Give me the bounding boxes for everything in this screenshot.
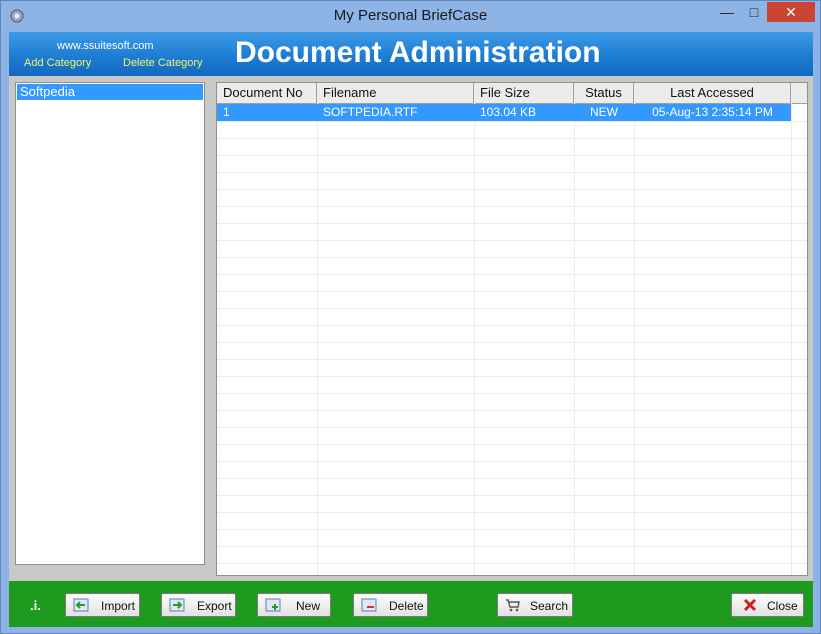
website-link[interactable]: www.ssuitesoft.com bbox=[57, 40, 154, 52]
grid-row-line bbox=[217, 240, 807, 241]
info-button[interactable]: .i. bbox=[30, 598, 41, 613]
header-banner: www.ssuitesoft.com Add Category Delete C… bbox=[9, 32, 813, 76]
document-table[interactable]: Document No Filename File Size Status La… bbox=[216, 82, 808, 576]
delete-category-link[interactable]: Delete Category bbox=[123, 57, 203, 69]
grid-row-line bbox=[217, 478, 807, 479]
search-button[interactable]: Search bbox=[497, 593, 573, 617]
grid-row-line bbox=[217, 495, 807, 496]
grid-row-line bbox=[217, 121, 807, 122]
grid-row-line bbox=[217, 172, 807, 173]
cell-file-size: 103.04 KB bbox=[480, 105, 537, 119]
grid-row-line bbox=[217, 189, 807, 190]
export-button[interactable]: Export bbox=[161, 593, 236, 617]
grid-column-line bbox=[474, 103, 475, 575]
grid-row-line bbox=[217, 444, 807, 445]
cell-last-accessed: 05-Aug-13 2:35:14 PM bbox=[652, 105, 773, 119]
close-window-button[interactable]: ✕ bbox=[767, 2, 815, 22]
grid-row-line bbox=[217, 529, 807, 530]
grid-row-line bbox=[217, 274, 807, 275]
grid-row-line bbox=[217, 138, 807, 139]
cell-document-no: 1 bbox=[223, 105, 230, 119]
close-label: Close bbox=[767, 599, 798, 613]
title-bar[interactable]: My Personal BriefCase — □ ✕ bbox=[1, 1, 820, 31]
close-button[interactable]: Close bbox=[731, 593, 804, 617]
window-title: My Personal BriefCase bbox=[333, 7, 488, 24]
page-title: Document Administration bbox=[235, 36, 601, 69]
grid-column-line bbox=[317, 103, 318, 575]
delete-button[interactable]: Delete bbox=[353, 593, 428, 617]
search-label: Search bbox=[530, 599, 569, 613]
main-content: Softpedia Document No Filename File Size… bbox=[9, 76, 813, 581]
add-category-link[interactable]: Add Category bbox=[24, 57, 91, 69]
grid-row-line bbox=[217, 342, 807, 343]
grid-column-line bbox=[634, 103, 635, 575]
grid-row-line bbox=[217, 223, 807, 224]
grid-row-line bbox=[217, 376, 807, 377]
column-header-status[interactable]: Status bbox=[574, 83, 634, 103]
grid-row-line bbox=[217, 359, 807, 360]
grid-row-line bbox=[217, 563, 807, 564]
grid-row-line bbox=[217, 155, 807, 156]
cell-filename: SOFTPEDIA.RTF bbox=[323, 105, 418, 119]
new-document-icon bbox=[265, 598, 281, 612]
grid-row-line bbox=[217, 393, 807, 394]
grid-row-line bbox=[217, 325, 807, 326]
minimize-button[interactable]: — bbox=[713, 2, 741, 22]
grid-row-line bbox=[217, 308, 807, 309]
table-header: Document No Filename File Size Status La… bbox=[217, 83, 807, 104]
maximize-button[interactable]: □ bbox=[741, 2, 767, 22]
delete-document-icon bbox=[361, 598, 377, 612]
column-header-file-size[interactable]: File Size bbox=[474, 83, 574, 103]
grid-row-line bbox=[217, 546, 807, 547]
grid-row-line bbox=[217, 461, 807, 462]
grid-row-line bbox=[217, 291, 807, 292]
grid-row-line bbox=[217, 512, 807, 513]
import-label: Import bbox=[101, 599, 136, 613]
app-window: My Personal BriefCase — □ ✕ www.ssuiteso… bbox=[0, 0, 821, 634]
new-button[interactable]: New bbox=[257, 593, 331, 617]
delete-label: Delete bbox=[389, 599, 424, 613]
grid-row-line bbox=[217, 206, 807, 207]
shopping-cart-icon bbox=[506, 599, 520, 612]
column-header-filename[interactable]: Filename bbox=[317, 83, 474, 103]
grid-row-line bbox=[217, 427, 807, 428]
export-label: Export bbox=[197, 599, 232, 613]
cell-status: NEW bbox=[590, 105, 618, 119]
column-header-last-accessed[interactable]: Last Accessed bbox=[634, 83, 791, 103]
grid-column-line bbox=[791, 103, 792, 575]
close-x-icon bbox=[743, 598, 757, 612]
export-icon bbox=[169, 598, 185, 612]
column-header-document-no[interactable]: Document No bbox=[217, 83, 317, 103]
import-button[interactable]: Import bbox=[65, 593, 140, 617]
grid-row-line bbox=[217, 257, 807, 258]
grid-column-line bbox=[574, 103, 575, 575]
footer-toolbar: .i. Import Export New Delete Search Clos… bbox=[9, 581, 813, 627]
new-label: New bbox=[296, 599, 321, 613]
category-list[interactable]: Softpedia bbox=[15, 82, 205, 565]
grid-row-line bbox=[217, 410, 807, 411]
category-item-softpedia[interactable]: Softpedia bbox=[17, 84, 203, 100]
import-icon bbox=[73, 598, 89, 612]
